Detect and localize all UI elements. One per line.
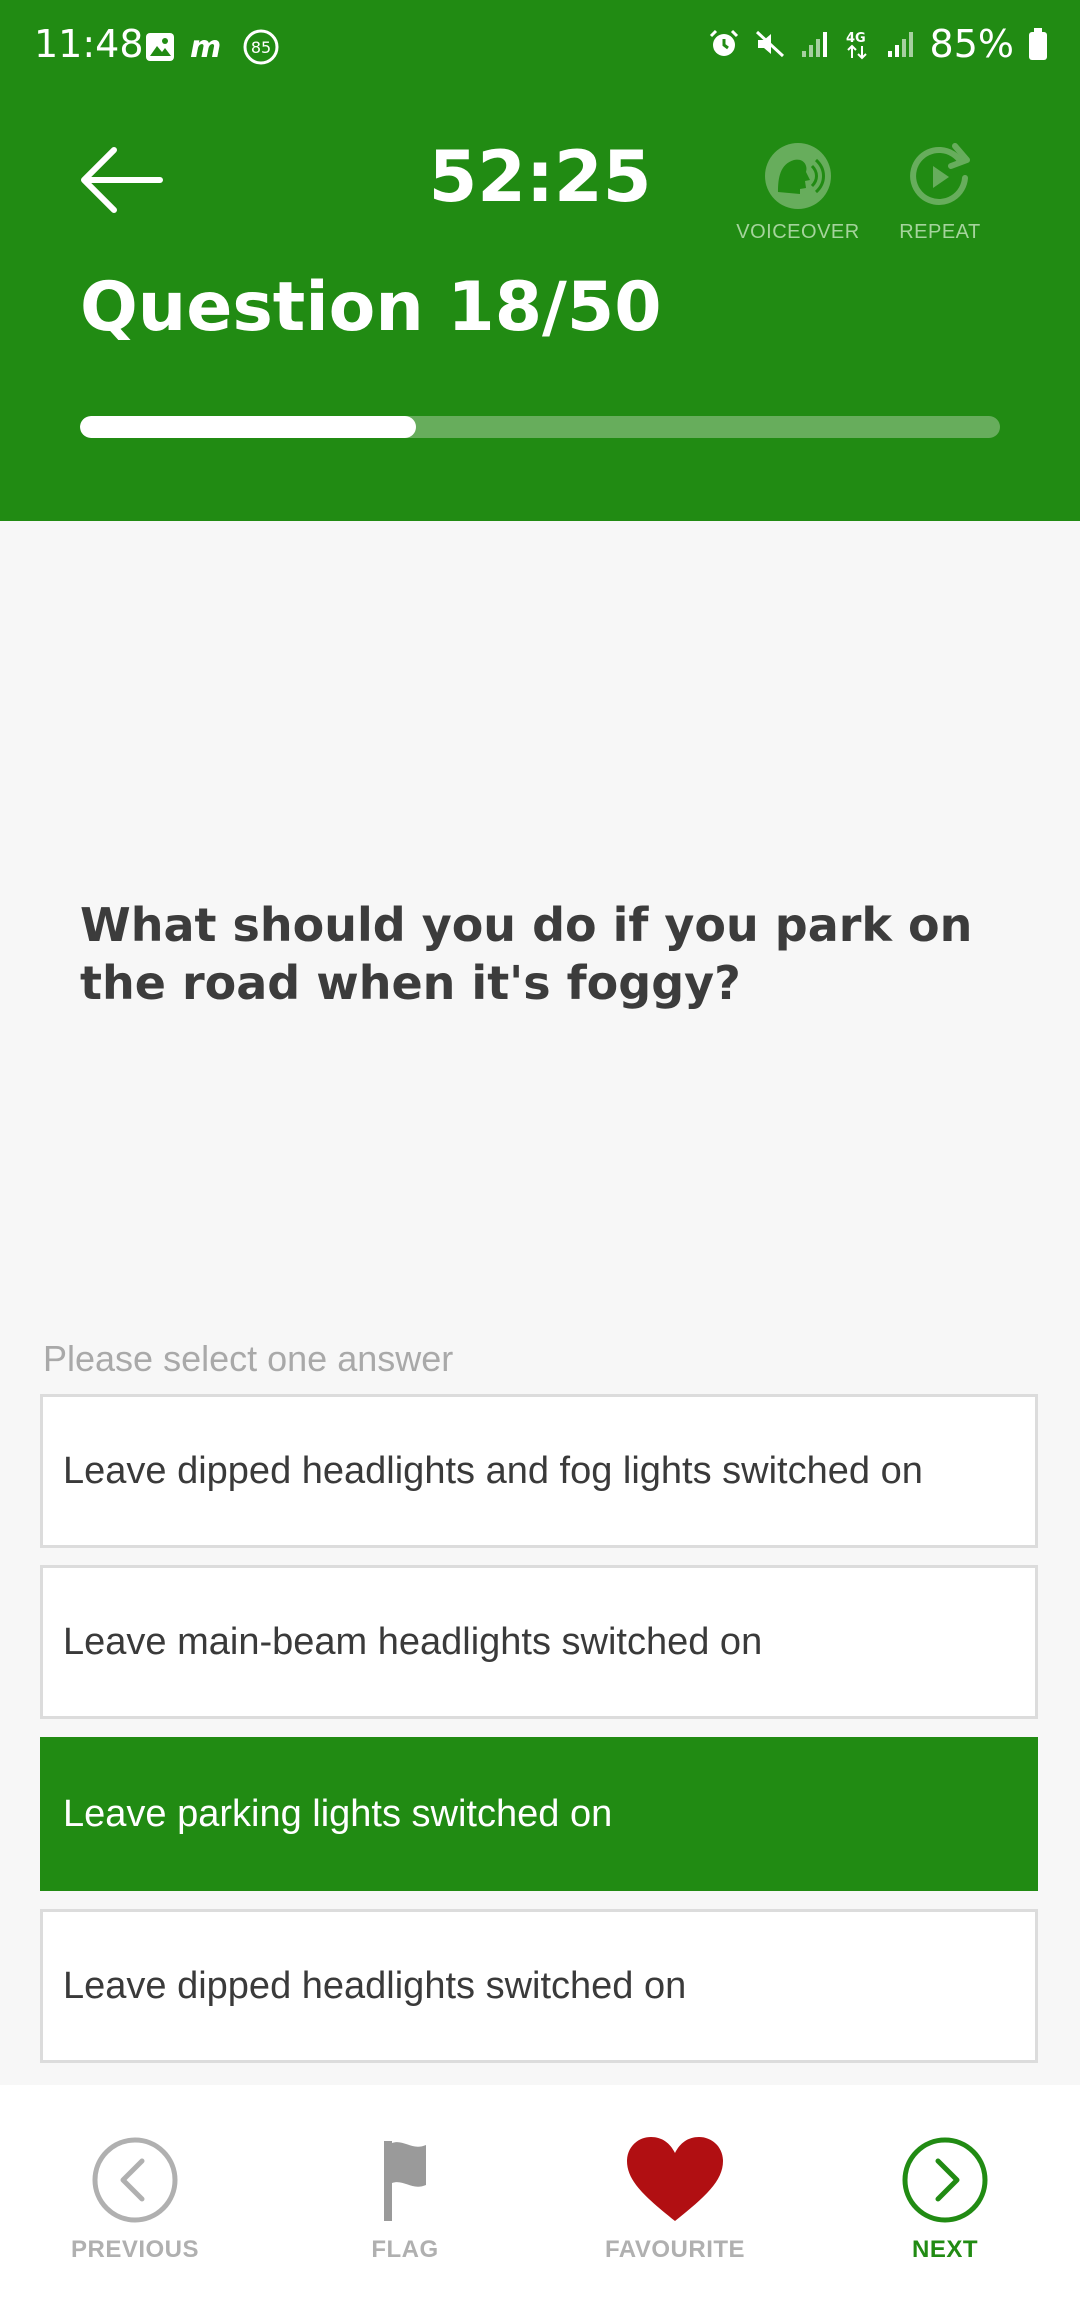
status-time: 11:48 [34, 22, 144, 66]
status-bar: 11:48 m 85 4G 85% [0, 0, 1080, 92]
answer-option-1[interactable]: Leave dipped headlights and fog lights s… [40, 1394, 1038, 1548]
4g-icon: 4G [846, 31, 867, 60]
bottom-navigation: PREVIOUS FLAG FAVOURITE NEXT [0, 2085, 1080, 2316]
voiceover-label: VOICEOVER [736, 221, 860, 243]
answer-option-1-label: Leave dipped headlights and fog lights s… [63, 1450, 923, 1492]
battery-icon [1029, 28, 1047, 60]
progress-bar [80, 416, 1000, 438]
m-app-icon: m [190, 31, 221, 63]
flag-label: FLAG [371, 2236, 439, 2263]
replay-icon [910, 143, 970, 205]
voiceover-icon [765, 143, 831, 209]
repeat-button[interactable]: REPEAT [870, 142, 1010, 244]
mute-icon [755, 30, 784, 58]
svg-text:4G: 4G [846, 31, 866, 46]
signal-icon-2 [887, 32, 913, 57]
previous-label: PREVIOUS [70, 2236, 200, 2263]
progress-fill [80, 416, 416, 438]
battery-percentage: 85% [929, 22, 1014, 66]
voiceover-button[interactable]: VOICEOVER [728, 142, 868, 244]
arrow-left-icon [81, 147, 163, 213]
notification-count: 85 [251, 38, 271, 57]
timer: 52:25 [428, 136, 652, 218]
question-counter: Question 18/50 [80, 268, 662, 347]
flag-icon [384, 2141, 426, 2221]
quiz-header: 11:48 m 85 4G 85% 52:25 VOICEOVER REPEAT… [0, 0, 1080, 521]
heart-icon [627, 2137, 723, 2221]
svg-text:m: m [190, 31, 221, 63]
status-left-icons: m 85 [144, 28, 280, 66]
repeat-label: REPEAT [899, 221, 981, 243]
alarm-icon [709, 29, 738, 56]
answer-option-3[interactable]: Leave parking lights switched on [40, 1737, 1038, 1891]
favourite-label: FAVOURITE [604, 2236, 746, 2263]
question-text: What should you do if you park on the ro… [80, 898, 973, 1010]
previous-button[interactable]: PREVIOUS [35, 2135, 235, 2264]
back-button[interactable] [78, 140, 166, 220]
answer-option-4[interactable]: Leave dipped headlights switched on [40, 1909, 1038, 2063]
gallery-icon [146, 33, 174, 61]
answer-option-3-label: Leave parking lights switched on [63, 1793, 613, 1835]
signal-icon-1 [801, 32, 827, 57]
next-button[interactable]: NEXT [845, 2135, 1045, 2264]
answer-option-4-label: Leave dipped headlights switched on [63, 1965, 687, 2007]
notification-count-icon: 85 [243, 29, 279, 65]
flag-button[interactable]: FLAG [305, 2135, 505, 2264]
chevron-left-circle-icon [92, 2137, 178, 2223]
next-label: NEXT [911, 2236, 978, 2263]
select-hint: Please select one answer [43, 1338, 454, 1379]
answer-option-2-label: Leave main-beam headlights switched on [63, 1621, 763, 1663]
favourite-button[interactable]: FAVOURITE [575, 2135, 775, 2264]
status-right-icons: 4G 85% [708, 22, 1048, 66]
chevron-right-circle-icon [902, 2137, 988, 2223]
answer-option-2[interactable]: Leave main-beam headlights switched on [40, 1565, 1038, 1719]
